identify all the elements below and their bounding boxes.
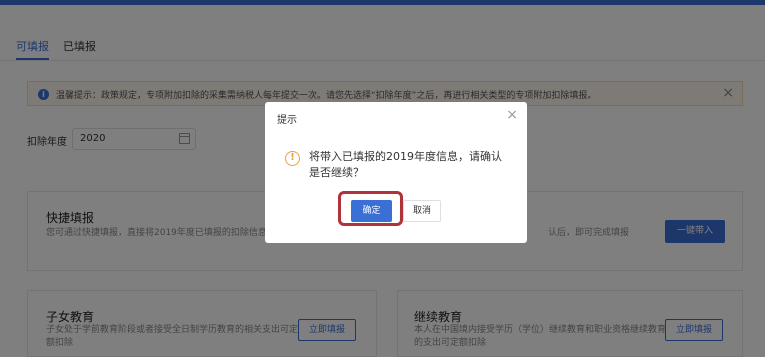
close-icon[interactable]: ×	[506, 107, 518, 123]
dialog-message: 将带入已填报的2019年度信息，请确认是否继续？	[309, 150, 502, 179]
confirm-button[interactable]: 确定	[351, 200, 392, 222]
dialog-title: 提示	[277, 115, 297, 126]
warning-icon: !	[285, 151, 300, 166]
confirm-dialog: 提示 × ! 将带入已填报的2019年度信息，请确认是否继续？ 确定 取消	[265, 102, 527, 243]
cancel-button[interactable]: 取消	[403, 200, 441, 222]
